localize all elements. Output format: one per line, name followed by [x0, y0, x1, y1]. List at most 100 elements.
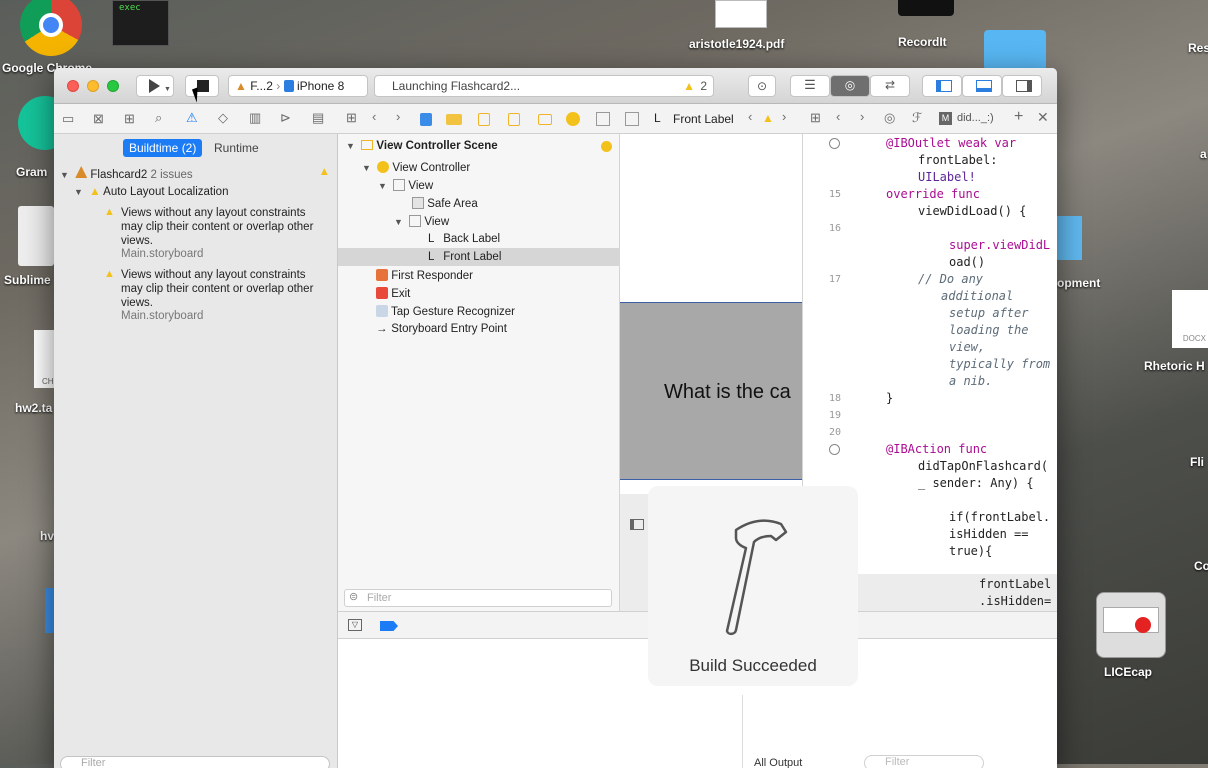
- back-arrow-icon[interactable]: ‹: [372, 109, 376, 124]
- version-editor-button[interactable]: ⇄: [870, 75, 910, 97]
- issue-item[interactable]: ▲ Views without any layout constraints m…: [104, 268, 329, 322]
- view-icon: [393, 179, 406, 191]
- outline-item[interactable]: → Storyboard Entry Point: [376, 323, 507, 335]
- breadcrumb-front-label[interactable]: Front Label: [673, 112, 734, 126]
- folder-icon[interactable]: [1057, 216, 1082, 260]
- related-items-icon[interactable]: ⊞: [810, 110, 821, 126]
- outline-item[interactable]: First Responder: [376, 269, 473, 282]
- outline-filter-field[interactable]: Filter: [344, 589, 612, 607]
- file-icon[interactable]: [420, 113, 432, 126]
- assistant-method-label[interactable]: did..._:): [957, 112, 994, 124]
- console-filter-field[interactable]: Filter: [864, 755, 984, 768]
- swift-file-icon[interactable]: ℱ: [912, 110, 922, 126]
- storyboard-base-icon[interactable]: [508, 113, 520, 126]
- outline-item[interactable]: Exit: [376, 287, 410, 300]
- disclosure-triangle-icon[interactable]: ▼: [394, 217, 406, 227]
- all-output-selector[interactable]: All Output: [754, 757, 802, 768]
- code-line: view,: [949, 340, 986, 354]
- debug-icon[interactable]: ▥: [249, 110, 261, 126]
- close-window-button[interactable]: [67, 80, 79, 92]
- add-editor-icon[interactable]: +: [1014, 108, 1023, 126]
- outline-item[interactable]: ▼ View: [378, 179, 433, 192]
- toggle-navigator-button[interactable]: [922, 75, 962, 97]
- breakpoint-icon[interactable]: ⊳: [280, 110, 291, 126]
- assistant-editor-button[interactable]: ◎: [830, 75, 870, 97]
- issue-navigator: Buildtime (2) Runtime ▼ Flashcard2 2 iss…: [54, 134, 338, 768]
- outline-item[interactable]: Safe Area: [412, 197, 478, 210]
- sublime-icon[interactable]: [18, 206, 54, 266]
- app-icon[interactable]: [45, 588, 54, 633]
- play-icon: [149, 79, 160, 93]
- related-items-icon[interactable]: ⊞: [346, 110, 357, 126]
- outline-item[interactable]: Tap Gesture Recognizer: [376, 305, 515, 318]
- back-arrow-icon[interactable]: ‹: [748, 109, 752, 124]
- disclosure-triangle-icon[interactable]: ▼: [346, 141, 358, 151]
- code-line: @IBOutlet weak var: [886, 136, 1017, 150]
- folder-icon[interactable]: [446, 114, 462, 125]
- tab-buildtime[interactable]: Buildtime (2): [123, 139, 203, 157]
- code-line: .isHidden=: [979, 594, 1052, 608]
- warning-icon[interactable]: ▲: [683, 79, 695, 93]
- navigator-filter-field[interactable]: Filter: [60, 756, 330, 768]
- disclosure-triangle-icon[interactable]: ▼: [74, 187, 86, 197]
- licecap-icon[interactable]: [1096, 592, 1166, 658]
- outline-item[interactable]: L Back Label: [428, 233, 500, 245]
- forward-arrow-icon[interactable]: ›: [782, 109, 786, 124]
- disclosure-triangle-icon[interactable]: ▼: [362, 163, 374, 173]
- report-icon[interactable]: ▤: [312, 110, 324, 126]
- issue-navigator-icon[interactable]: ⚠: [186, 110, 198, 126]
- tab-runtime[interactable]: Runtime: [214, 141, 259, 155]
- view-icon[interactable]: [625, 112, 639, 126]
- search-icon[interactable]: ⌕: [155, 110, 162, 126]
- close-icon[interactable]: ✕: [1037, 109, 1049, 126]
- folder-icon[interactable]: ▭: [62, 111, 74, 127]
- forward-arrow-icon[interactable]: ›: [396, 109, 400, 124]
- line-number: 19: [828, 410, 841, 421]
- minimize-window-button[interactable]: [87, 80, 99, 92]
- code-line: frontLabel: [979, 577, 1052, 591]
- code-line: a nib.: [949, 374, 993, 388]
- warning-icon[interactable]: ▲: [762, 111, 774, 125]
- view-controller-frame[interactable]: What is the ca: [620, 302, 802, 480]
- toggle-debug-button[interactable]: [962, 75, 1002, 97]
- test-icon[interactable]: ◇: [218, 110, 228, 126]
- breakpoints-toggle-icon[interactable]: [380, 621, 398, 631]
- scheme-selector[interactable]: ▲ F...2 › iPhone 8: [228, 75, 368, 97]
- hierarchy-icon[interactable]: ⊞: [124, 111, 135, 127]
- outline-scene-row[interactable]: ▼ View Controller Scene: [346, 140, 612, 152]
- issue-group-row[interactable]: ▼ ▲ Auto Layout Localization: [74, 186, 228, 198]
- xcode-app-icon: ▲: [235, 79, 247, 93]
- storyboard-canvas[interactable]: What is the ca: [620, 134, 802, 494]
- front-label[interactable]: What is the ca: [664, 381, 791, 404]
- automatic-icon[interactable]: ◎: [884, 110, 895, 126]
- exec-icon[interactable]: exec: [112, 0, 169, 46]
- standard-editor-button[interactable]: ☰: [790, 75, 830, 97]
- back-arrow-icon[interactable]: ‹: [836, 109, 840, 124]
- code-line: UILabel!: [918, 170, 976, 184]
- run-button[interactable]: ▼: [136, 75, 174, 97]
- view-icon[interactable]: [596, 112, 610, 126]
- forward-arrow-icon[interactable]: ›: [860, 109, 864, 124]
- outline-item[interactable]: ▼ View: [394, 215, 449, 228]
- library-button[interactable]: ⊙: [748, 75, 776, 97]
- project-issue-row[interactable]: ▼ Flashcard2 2 issues ▲: [60, 166, 330, 181]
- hide-debug-icon[interactable]: ▽: [348, 619, 362, 631]
- outline-item[interactable]: ▼ View Controller: [362, 161, 470, 174]
- issue-item[interactable]: ▲ Views without any layout constraints m…: [104, 206, 329, 260]
- view-icon: [409, 215, 422, 227]
- toggle-utilities-button[interactable]: [1002, 75, 1042, 97]
- recordit-icon[interactable]: [898, 0, 954, 16]
- chrome-icon[interactable]: [20, 0, 82, 56]
- disclosure-triangle-icon[interactable]: ▼: [378, 181, 390, 191]
- pdf-icon[interactable]: [715, 0, 767, 28]
- view-controller-icon[interactable]: [566, 112, 580, 126]
- zoom-window-button[interactable]: [107, 80, 119, 92]
- outline-item[interactable]: L Front Label: [428, 251, 501, 263]
- scene-icon[interactable]: [538, 114, 552, 125]
- storyboard-file-icon[interactable]: [478, 113, 490, 126]
- source-control-icon[interactable]: ⊠: [93, 111, 104, 127]
- disclosure-triangle-icon[interactable]: ▼: [60, 170, 72, 180]
- canvas-toggle-outline-icon[interactable]: [630, 519, 644, 530]
- docx-icon[interactable]: DOCX: [1172, 290, 1208, 348]
- folder-icon[interactable]: [984, 30, 1046, 70]
